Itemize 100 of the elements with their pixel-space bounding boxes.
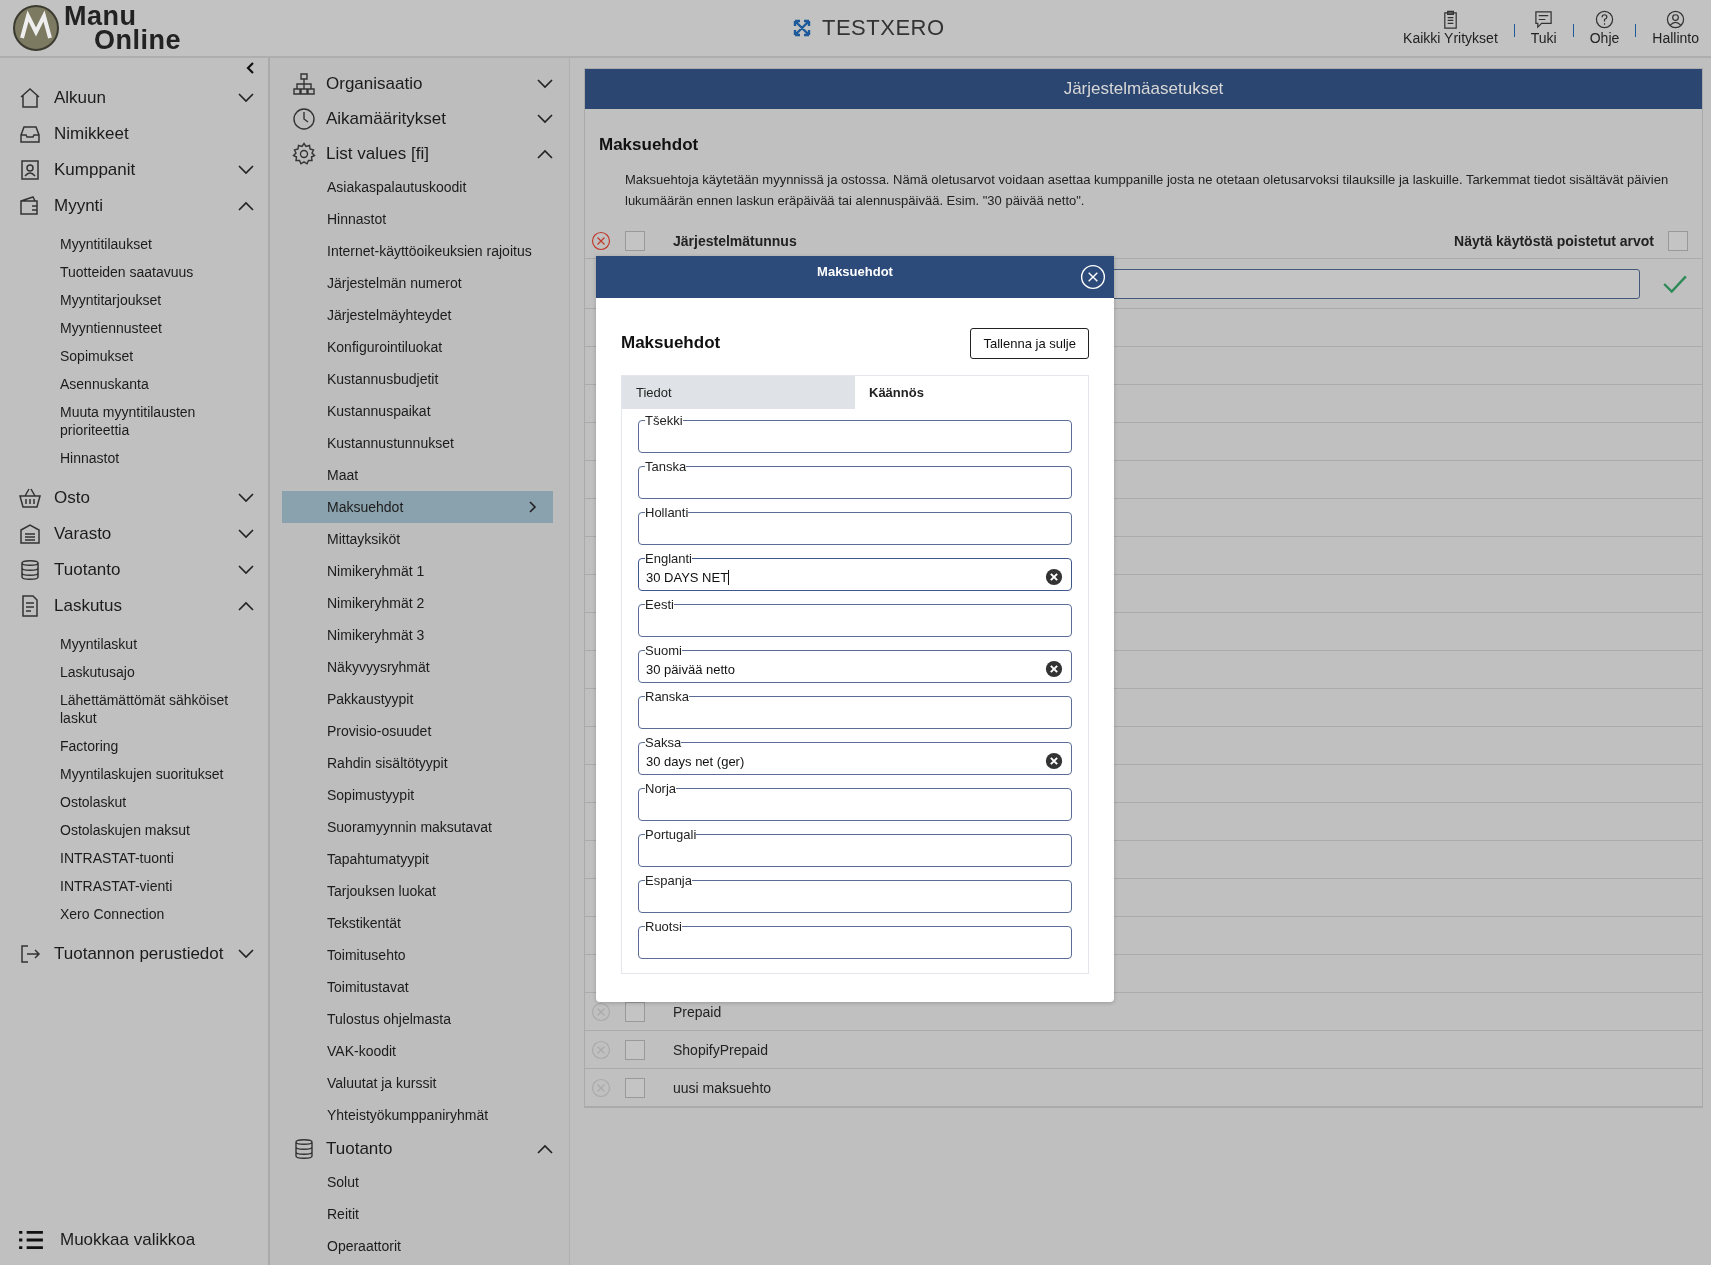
settings-item[interactable]: Sopimustyypit: [282, 779, 553, 811]
settings-item[interactable]: Valuutat ja kurssit: [282, 1067, 553, 1099]
settings-item[interactable]: Suoramyynnin maksutavat: [282, 811, 553, 843]
text-field[interactable]: Espanja: [638, 873, 1072, 913]
sidebar-subitem[interactable]: Factoring: [60, 732, 254, 760]
check-icon[interactable]: [1662, 273, 1688, 294]
sidebar-subitem[interactable]: Myyntiennusteet: [60, 314, 254, 342]
sidebar-item[interactable]: Tuotannon perustiedot: [54, 944, 226, 964]
settings-item[interactable]: Näkyvyysryhmät: [282, 651, 553, 683]
settings-item[interactable]: Kustannuspaikat: [282, 395, 553, 427]
sidebar-item[interactable]: Alkuun: [54, 88, 226, 108]
settings-item[interactable]: VAK-koodit: [282, 1035, 553, 1067]
sidebar-subitem[interactable]: Asennuskanta: [60, 370, 254, 398]
settings-group[interactable]: Organisaatio: [326, 73, 527, 94]
tab[interactable]: Tiedot: [622, 376, 855, 409]
settings-group[interactable]: List values [fi]: [326, 143, 527, 164]
settings-item[interactable]: Mittayksiköt: [282, 523, 553, 555]
chevron-down-icon[interactable]: [238, 529, 254, 539]
settings-item[interactable]: Hinnastot: [282, 203, 553, 235]
text-field[interactable]: Tanska: [638, 459, 1072, 499]
settings-item[interactable]: Maat: [282, 459, 553, 491]
sidebar-item[interactable]: Tuotanto: [54, 560, 226, 580]
header-link[interactable]: Hallinto: [1652, 10, 1699, 46]
settings-item[interactable]: Nimikeryhmät 2: [282, 587, 553, 619]
chevron-down-icon[interactable]: [537, 78, 553, 89]
sidebar-subitem[interactable]: Muuta myyntitilausten prioriteettia: [60, 398, 254, 444]
save-close-button[interactable]: Tallenna ja sulje: [970, 327, 1089, 359]
settings-item[interactable]: Toimitustavat: [282, 971, 553, 1003]
text-field[interactable]: Suomi 30 päivää netto: [638, 643, 1072, 683]
text-field[interactable]: Tšekki: [638, 413, 1072, 453]
checkbox[interactable]: [625, 1077, 645, 1098]
clear-icon[interactable]: [1045, 660, 1063, 678]
chevron-up-icon[interactable]: [537, 1143, 553, 1154]
text-field[interactable]: Eesti: [638, 597, 1072, 637]
settings-item[interactable]: Järjestelmän numerot: [282, 267, 553, 299]
settings-item[interactable]: Toimitusehto: [282, 939, 553, 971]
sidebar-item[interactable]: Kumppanit: [54, 160, 226, 180]
sidebar-subitem[interactable]: Xero Connection: [60, 900, 254, 928]
sidebar-item[interactable]: Nimikkeet: [54, 124, 254, 144]
text-field[interactable]: Norja: [638, 781, 1072, 821]
sidebar-subitem[interactable]: Myyntilaskujen suoritukset: [60, 760, 254, 788]
settings-item[interactable]: Tekstikentät: [282, 907, 553, 939]
sidebar-subitem[interactable]: Tuotteiden saatavuus: [60, 258, 254, 286]
list-icon[interactable]: [18, 1229, 44, 1251]
sidebar-subitem[interactable]: Ostolaskut: [60, 788, 254, 816]
edit-menu-link[interactable]: Muokkaa valikkoa: [60, 1230, 254, 1250]
settings-item[interactable]: Järjestelmäyhteydet: [282, 299, 553, 331]
settings-group[interactable]: Aikamääritykset: [326, 108, 527, 129]
sidebar-subitem[interactable]: Myyntilaskut: [60, 630, 254, 658]
checkbox[interactable]: [625, 230, 645, 251]
settings-item[interactable]: Konfigurointiluokat: [282, 331, 553, 363]
settings-item[interactable]: Yhteistyökumppaniryhmät: [282, 1099, 553, 1131]
settings-item[interactable]: Solut: [282, 1166, 553, 1198]
chevron-down-icon[interactable]: [238, 93, 254, 103]
settings-item[interactable]: Tapahtumatyypit: [282, 843, 553, 875]
settings-item[interactable]: Reitit: [282, 1198, 553, 1230]
checkbox[interactable]: [625, 1039, 645, 1060]
checkbox[interactable]: [625, 1001, 645, 1022]
text-field[interactable]: Ranska: [638, 689, 1072, 729]
settings-item[interactable]: Nimikeryhmät 3: [282, 619, 553, 651]
settings-item[interactable]: Asiakaspalautuskoodit: [282, 171, 553, 203]
sidebar-subitem[interactable]: INTRASTAT-vienti: [60, 872, 254, 900]
chevron-up-icon[interactable]: [537, 148, 553, 159]
header-link[interactable]: Ohje: [1589, 10, 1620, 46]
settings-item[interactable]: Nimikeryhmät 1: [282, 555, 553, 587]
settings-item[interactable]: Internet-käyttöoikeuksien rajoitus: [282, 235, 553, 267]
chevron-up-icon[interactable]: [238, 201, 254, 211]
sidebar-subitem[interactable]: Laskutusajo: [60, 658, 254, 686]
text-field[interactable]: Ruotsi: [638, 919, 1072, 959]
sidebar-subitem[interactable]: Myyntitarjoukset: [60, 286, 254, 314]
sidebar-item[interactable]: Myynti: [54, 196, 226, 216]
clear-icon[interactable]: [1045, 752, 1063, 770]
text-field[interactable]: Portugali: [638, 827, 1072, 867]
sidebar-item[interactable]: Laskutus: [54, 596, 226, 616]
sidebar-subitem[interactable]: Hinnastot: [60, 444, 254, 472]
sidebar-subitem[interactable]: Lähettämättömät sähköiset laskut: [60, 686, 254, 732]
checkbox[interactable]: [1668, 230, 1688, 251]
settings-item[interactable]: Tarjouksen luokat: [282, 875, 553, 907]
settings-group[interactable]: Tuotanto: [326, 1138, 527, 1159]
settings-item[interactable]: Kustannusbudjetit: [282, 363, 553, 395]
text-field[interactable]: Englanti 30 DAYS NET: [638, 551, 1072, 591]
sidebar-item[interactable]: Varasto: [54, 524, 226, 544]
chevron-down-icon[interactable]: [238, 565, 254, 575]
header-link[interactable]: Tuki: [1530, 10, 1557, 46]
settings-item[interactable]: Maksuehdot: [282, 491, 553, 523]
collapse-icon[interactable]: [246, 62, 254, 74]
settings-item[interactable]: Rahdin sisältötyypit: [282, 747, 553, 779]
sidebar-subitem[interactable]: Sopimukset: [60, 342, 254, 370]
settings-item[interactable]: Kustannustunnukset: [282, 427, 553, 459]
settings-item[interactable]: Provisio-osuudet: [282, 715, 553, 747]
sidebar-subitem[interactable]: INTRASTAT-tuonti: [60, 844, 254, 872]
chevron-down-icon[interactable]: [238, 165, 254, 175]
clear-icon[interactable]: [1045, 568, 1063, 586]
sidebar-item[interactable]: Osto: [54, 488, 226, 508]
chevron-up-icon[interactable]: [238, 601, 254, 611]
settings-item[interactable]: Operaattorit: [282, 1230, 553, 1262]
remove-icon[interactable]: [591, 230, 611, 251]
sidebar-subitem[interactable]: Ostolaskujen maksut: [60, 816, 254, 844]
text-field[interactable]: Saksa 30 days net (ger): [638, 735, 1072, 775]
settings-item[interactable]: Pakkaustyypit: [282, 683, 553, 715]
